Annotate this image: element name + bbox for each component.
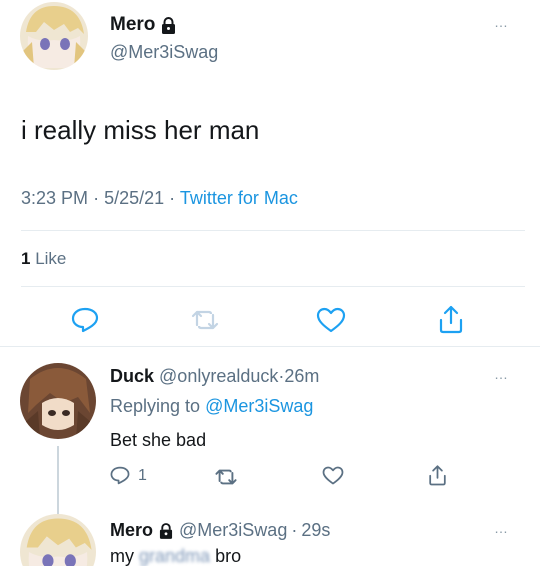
reply2-handle[interactable]: @Mer3iSwag — [179, 520, 287, 541]
separator-dot: · — [93, 188, 100, 208]
lock-icon — [159, 522, 173, 539]
main-tweet-time[interactable]: 3:23 PM — [21, 188, 88, 208]
reply2-display-name[interactable]: Mero — [110, 520, 153, 541]
reply-text: Bet she bad — [110, 430, 207, 450]
main-tweet-display-name[interactable]: Mero — [110, 14, 155, 36]
reply-icon[interactable] — [71, 307, 99, 333]
main-tweet-handle[interactable]: @Mer3iSwag — [110, 42, 218, 63]
replying-to-label: Replying to — [110, 396, 201, 416]
replying-to-handle[interactable]: @Mer3iSwag — [205, 396, 313, 416]
retweet-icon[interactable] — [190, 309, 220, 331]
likes-count: 1 — [21, 249, 31, 268]
lock-icon — [161, 16, 176, 34]
main-tweet-more-button[interactable]: … — [494, 14, 509, 30]
reply-icon — [110, 466, 130, 485]
likes-label: Like — [35, 249, 67, 268]
divider — [21, 286, 525, 287]
reply2-more-button[interactable]: … — [494, 520, 509, 536]
separator-dot: · — [291, 520, 298, 540]
retweet-icon[interactable] — [214, 468, 238, 486]
reply2-text-end: bro — [215, 546, 242, 566]
divider — [21, 230, 525, 231]
separator-dot: · — [169, 188, 176, 208]
main-tweet-date[interactable]: 5/25/21 — [104, 188, 164, 208]
likes-stat[interactable]: 1 Like — [21, 249, 66, 269]
reply2-text-start: my — [110, 546, 134, 566]
reply2-text-blurred: grandma — [139, 546, 211, 566]
share-icon[interactable] — [428, 464, 447, 486]
reply-count: 1 — [138, 466, 147, 484]
reply-age[interactable]: 26m — [284, 366, 319, 386]
share-icon[interactable] — [438, 304, 464, 334]
reply-more-button[interactable]: … — [494, 366, 509, 382]
reply-handle[interactable]: @onlyrealduck — [159, 366, 278, 386]
heart-icon[interactable] — [322, 466, 344, 485]
reply-reply-button[interactable]: 1 — [110, 466, 147, 485]
main-tweet-source[interactable]: Twitter for Mac — [180, 188, 298, 208]
heart-icon[interactable] — [316, 307, 346, 333]
reply-display-name[interactable]: Duck — [110, 366, 154, 386]
reply2-avatar[interactable] — [20, 514, 96, 566]
main-tweet-avatar[interactable] — [20, 2, 88, 70]
reply2-age[interactable]: 29s — [301, 520, 330, 541]
main-tweet-text: i really miss her man — [21, 115, 260, 145]
divider — [0, 346, 540, 347]
thread-line — [57, 446, 59, 514]
reply2-text: my grandma bro — [110, 546, 241, 566]
reply-avatar[interactable] — [20, 363, 96, 439]
